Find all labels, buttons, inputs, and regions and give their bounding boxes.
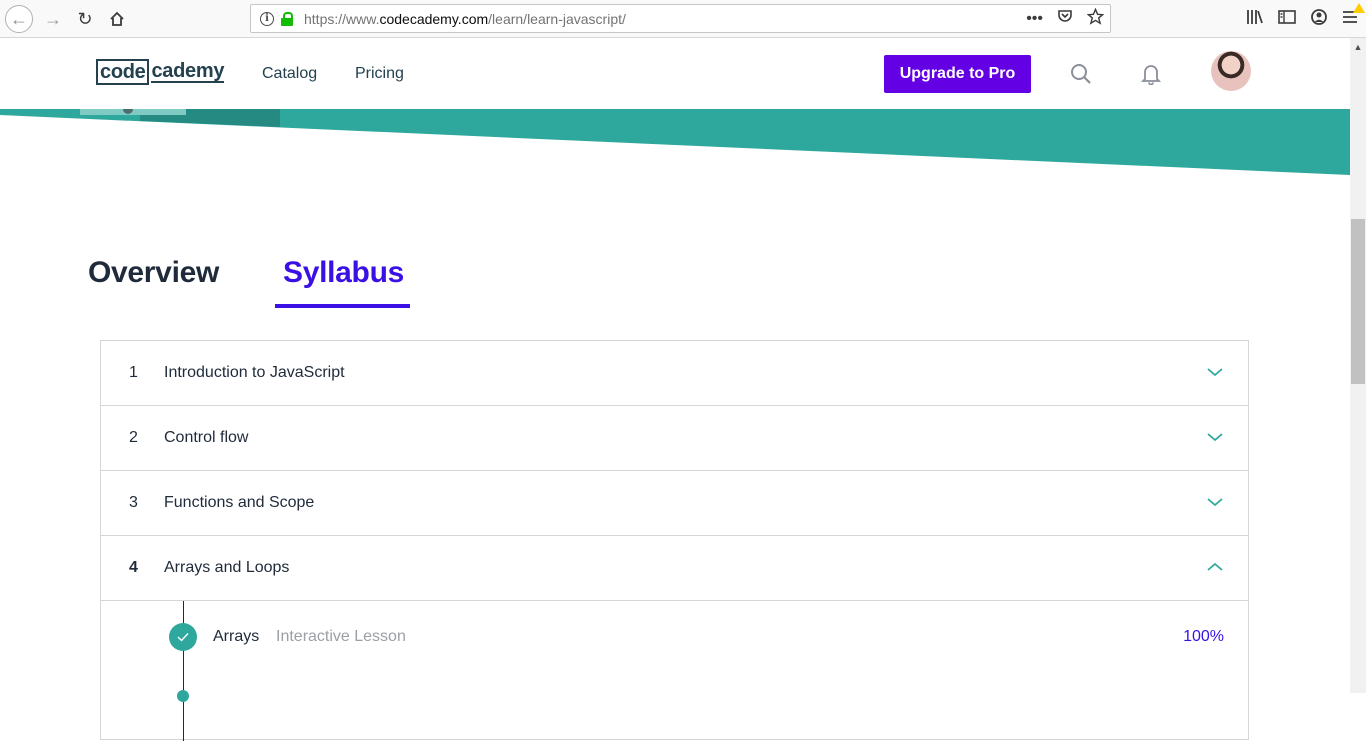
- hamburger-menu-icon[interactable]: [1342, 3, 1365, 29]
- scroll-thumb[interactable]: [1351, 219, 1365, 384]
- chevron-down-icon[interactable]: [1207, 432, 1223, 442]
- module-row[interactable]: 2 Control flow: [101, 406, 1248, 471]
- site-info-icon[interactable]: i: [260, 11, 274, 26]
- page-scrollbar[interactable]: ▲: [1350, 38, 1366, 693]
- library-icon[interactable]: [1246, 9, 1264, 30]
- browser-toolbar: ← → ↻ i https://www.codecademy.com/learn…: [0, 0, 1366, 38]
- page-actions-icon[interactable]: •••: [1026, 10, 1043, 28]
- chevron-down-icon[interactable]: [1207, 497, 1223, 507]
- module-number: 4: [129, 559, 138, 576]
- bell-icon[interactable]: [1140, 63, 1162, 86]
- next-lesson-dot: [177, 690, 189, 702]
- tab-syllabus[interactable]: Syllabus: [283, 256, 404, 290]
- chevron-down-icon[interactable]: [1207, 367, 1223, 377]
- nav-catalog-link[interactable]: Catalog: [262, 65, 317, 83]
- active-tab-indicator: [275, 304, 410, 308]
- module-title: Arrays and Loops: [164, 559, 290, 576]
- tab-overview[interactable]: Overview: [88, 256, 219, 290]
- lesson-type: Interactive Lesson: [276, 628, 406, 645]
- nav-pricing-link[interactable]: Pricing: [355, 65, 404, 83]
- module-number: 1: [129, 364, 138, 381]
- update-warning-icon: [1353, 3, 1365, 13]
- forward-arrow-icon[interactable]: →: [39, 5, 67, 33]
- codecademy-logo[interactable]: code cademy: [96, 58, 224, 85]
- logo-rest-text: cademy: [151, 59, 225, 83]
- module-row[interactable]: 1 Introduction to JavaScript: [101, 341, 1248, 406]
- sidebar-icon[interactable]: [1278, 9, 1296, 30]
- module-title: Control flow: [164, 429, 249, 446]
- logo-boxed-text: code: [96, 58, 150, 85]
- module-number: 3: [129, 494, 138, 511]
- module-title: Functions and Scope: [164, 494, 315, 511]
- reload-icon[interactable]: ↻: [71, 5, 99, 33]
- secure-lock-icon: [281, 11, 293, 26]
- url-text[interactable]: https://www.codecademy.com/learn/learn-j…: [304, 11, 626, 27]
- module-number: 2: [129, 429, 138, 446]
- search-icon[interactable]: [1070, 63, 1092, 85]
- chevron-up-icon[interactable]: [1207, 562, 1223, 572]
- avatar[interactable]: [1211, 51, 1251, 91]
- url-prefix: https://www.: [304, 10, 380, 27]
- home-icon[interactable]: [103, 5, 131, 33]
- lesson-title[interactable]: Arrays: [213, 628, 259, 646]
- address-bar[interactable]: i https://www.codecademy.com/learn/learn…: [250, 4, 1111, 33]
- pocket-icon[interactable]: [1057, 8, 1073, 29]
- account-icon[interactable]: [1310, 8, 1328, 31]
- module-row-expanded[interactable]: 4 Arrays and Loops: [101, 536, 1248, 601]
- module-title: Introduction to JavaScript: [164, 364, 345, 381]
- hero-banner-edge: [0, 109, 1350, 175]
- upgrade-to-pro-button[interactable]: Upgrade to Pro: [884, 55, 1031, 93]
- lesson-timeline: [183, 601, 184, 741]
- back-arrow-icon[interactable]: ←: [5, 5, 33, 33]
- url-path: /learn/learn-javascript/: [488, 10, 626, 27]
- lesson-progress: 100%: [1183, 628, 1224, 645]
- scroll-up-arrow-icon[interactable]: ▲: [1350, 38, 1366, 55]
- url-domain: codecademy.com: [379, 10, 489, 27]
- syllabus-list: 1 Introduction to JavaScript 2 Control f…: [100, 340, 1249, 741]
- bookmark-star-icon[interactable]: [1086, 7, 1105, 30]
- module-row[interactable]: 3 Functions and Scope: [101, 471, 1248, 536]
- check-icon: [169, 623, 197, 651]
- site-header: code cademy Catalog Pricing Upgrade to Pr…: [0, 38, 1350, 109]
